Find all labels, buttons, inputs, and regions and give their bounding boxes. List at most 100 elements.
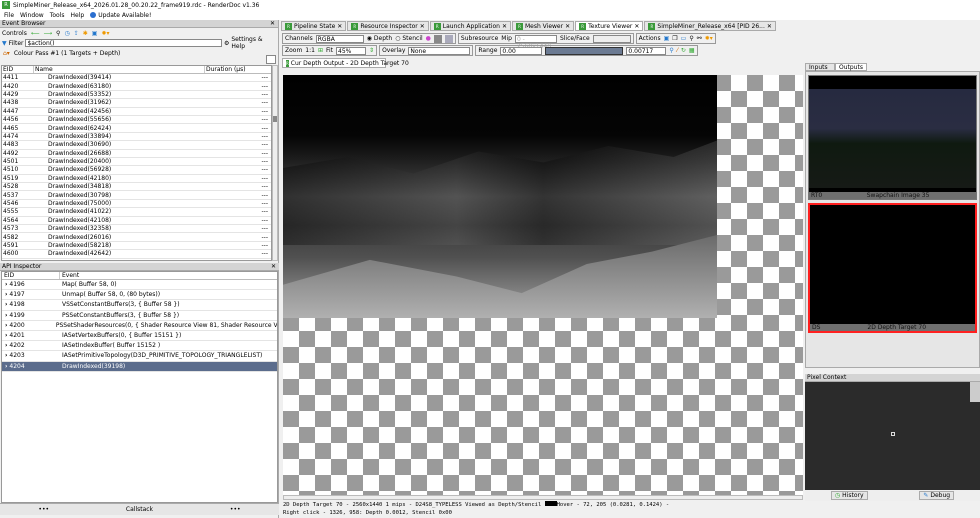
settings-help-button[interactable]: Settings & Help bbox=[231, 36, 278, 50]
splitter-handle[interactable]: ••• bbox=[230, 506, 241, 513]
close-icon[interactable]: ✕ bbox=[271, 263, 276, 270]
api-row[interactable]: › 4204 DrawIndexed(39198) bbox=[2, 361, 277, 372]
api-row[interactable]: › 4197 Unmap( Buffer 58, 0, (80 bytes)) bbox=[2, 290, 277, 301]
expand-icon[interactable]: › bbox=[5, 301, 7, 308]
thumbnail-ds[interactable]: DS 2D Depth Target 70 bbox=[808, 203, 977, 333]
col-duration[interactable]: Duration (µs) bbox=[205, 66, 246, 73]
close-icon[interactable]: ✕ bbox=[337, 23, 342, 30]
slice-select[interactable] bbox=[592, 34, 631, 43]
link-icon[interactable]: ⚯ bbox=[697, 35, 702, 42]
fit-button[interactable]: Fit bbox=[326, 47, 333, 54]
tab-1[interactable]: R Resource Inspector ✕ bbox=[347, 21, 429, 31]
event-row[interactable]: 4564 DrawIndexed(42108) --- bbox=[2, 217, 271, 226]
depth-radio[interactable]: ◉ Depth bbox=[367, 35, 392, 42]
reset-range-icon[interactable]: ↻ bbox=[681, 47, 686, 54]
range-min-input[interactable]: 0.00 bbox=[500, 46, 543, 55]
filter-input[interactable]: $action() bbox=[25, 39, 222, 47]
close-icon[interactable]: ✕ bbox=[270, 20, 275, 27]
viewer-tab[interactable]: R Cur Depth Output - 2D Depth Target 70 bbox=[282, 58, 409, 68]
menu-tools[interactable]: Tools bbox=[50, 12, 65, 19]
history-button[interactable]: ◷ History bbox=[830, 491, 868, 500]
settings-icon[interactable]: ✹▾ bbox=[101, 30, 109, 37]
event-row[interactable]: 4492 DrawIndexed(26688) --- bbox=[2, 150, 271, 158]
event-row[interactable]: 4501 DrawIndexed(20400) --- bbox=[2, 158, 271, 167]
event-row[interactable]: 4537 DrawIndexed(30798) --- bbox=[2, 191, 271, 200]
range-slider[interactable] bbox=[545, 46, 624, 55]
copy-icon[interactable]: ❐ bbox=[672, 35, 677, 42]
home-icon[interactable]: ⌂▾ bbox=[3, 50, 10, 57]
find-icon[interactable]: ⚲ bbox=[689, 35, 693, 42]
tab-2[interactable]: R Launch Application ✕ bbox=[429, 21, 511, 31]
event-row[interactable]: 4411 DrawIndexed(39414) --- bbox=[2, 74, 271, 83]
close-icon[interactable]: ✕ bbox=[502, 23, 507, 30]
pixel-context-view[interactable] bbox=[805, 382, 980, 490]
tab-0[interactable]: R Pipeline State ✕ bbox=[281, 21, 347, 31]
col-eid[interactable]: EID bbox=[2, 272, 60, 279]
close-icon[interactable]: ✕ bbox=[565, 23, 570, 30]
histogram-icon[interactable]: ▦ bbox=[689, 47, 695, 54]
event-row[interactable]: 4438 DrawIndexed(31962) --- bbox=[2, 99, 271, 108]
tab-4[interactable]: R Texture Viewer ✕ bbox=[575, 21, 644, 31]
horizontal-scrollbar[interactable] bbox=[283, 495, 803, 500]
channels-select[interactable]: RGBA bbox=[315, 34, 364, 43]
api-row[interactable]: › 4201 IASetVertexBuffers(0, { Buffer 151… bbox=[2, 331, 277, 342]
api-row[interactable]: › 4202 IASetIndexBuffer( Buffer 15152 ) bbox=[2, 341, 277, 352]
menu-window[interactable]: Window bbox=[20, 12, 44, 19]
event-row[interactable]: 4510 DrawIndexed(56928) --- bbox=[2, 166, 271, 175]
save-icon[interactable]: ▣ bbox=[92, 30, 98, 37]
api-row[interactable]: › 4196 Map( Buffer 58, 0) bbox=[2, 280, 277, 291]
flip-toggle[interactable] bbox=[444, 34, 453, 43]
mip-select[interactable]: 0 - 2560x1440 bbox=[514, 34, 557, 50]
close-icon[interactable]: ✕ bbox=[767, 23, 772, 30]
splitter-handle[interactable]: ••• bbox=[38, 506, 49, 513]
overlay-select[interactable]: None bbox=[408, 46, 471, 55]
event-row[interactable]: 4528 DrawIndexed(34818) --- bbox=[2, 183, 271, 192]
tab-5[interactable]: R SimpleMiner_Release_x64 [PID 26... ✕ bbox=[644, 21, 776, 31]
color-wheel-icon[interactable]: ● bbox=[426, 35, 431, 42]
gear-icon[interactable]: ⚙ bbox=[224, 40, 229, 47]
arrow-left-icon[interactable]: ⟵ bbox=[31, 30, 40, 37]
event-row[interactable]: 4555 DrawIndexed(41022) --- bbox=[2, 208, 271, 217]
event-row[interactable]: 4573 DrawIndexed(32358) --- bbox=[2, 225, 271, 234]
autofit-range-icon[interactable]: ⁄ bbox=[677, 47, 678, 54]
event-row[interactable]: 4483 DrawIndexed(30690) --- bbox=[2, 141, 271, 150]
event-row[interactable]: 4429 DrawIndexed(53352) --- bbox=[2, 91, 271, 100]
api-row[interactable]: › 4203 IASetPrimitiveTopology(D3D_PRIMITI… bbox=[2, 351, 277, 362]
debug-button[interactable]: ✎ Debug bbox=[919, 491, 955, 500]
clock-icon[interactable]: ◷ bbox=[64, 30, 69, 37]
expand-icon[interactable]: › bbox=[5, 312, 7, 319]
checker-toggle[interactable] bbox=[433, 34, 442, 43]
api-row[interactable]: › 4200 PSSetShaderResources(0, { Shader R… bbox=[2, 321, 277, 331]
zoom-1-1-button[interactable]: 1:1 bbox=[305, 47, 315, 54]
bookmark-icon[interactable]: ✱ bbox=[83, 30, 88, 37]
col-name[interactable]: Name bbox=[34, 66, 205, 73]
zoom-select[interactable]: 45% bbox=[336, 46, 367, 55]
event-row[interactable]: 4465 DrawIndexed(62424) --- bbox=[2, 124, 271, 133]
event-row[interactable]: 4474 DrawIndexed(33894) --- bbox=[2, 133, 271, 142]
menu-file[interactable]: File bbox=[4, 12, 14, 19]
expand-icon[interactable]: › bbox=[5, 332, 7, 339]
event-row[interactable]: 4582 DrawIndexed(26016) --- bbox=[2, 233, 271, 242]
event-row[interactable]: 4546 DrawIndexed(75000) --- bbox=[2, 200, 271, 209]
open-icon[interactable]: ▭ bbox=[681, 35, 687, 42]
zoom-range-icon[interactable]: ⚲ bbox=[669, 47, 673, 54]
close-icon[interactable]: ✕ bbox=[634, 23, 639, 30]
api-row[interactable]: › 4199 PSSetConstantBuffers(3, { Buffer 5… bbox=[2, 311, 277, 321]
close-icon[interactable]: ✕ bbox=[420, 23, 425, 30]
export-icon[interactable]: ⇪ bbox=[74, 30, 79, 37]
col-event[interactable]: Event bbox=[60, 272, 79, 279]
find-icon[interactable]: ⚲ bbox=[56, 30, 60, 37]
col-eid[interactable]: EID bbox=[2, 66, 34, 73]
event-scrollbar[interactable] bbox=[272, 65, 278, 261]
range-max-input[interactable]: 0.00717 bbox=[626, 46, 667, 55]
expand-icon[interactable]: › bbox=[5, 322, 7, 329]
save-icon[interactable]: ▣ bbox=[664, 35, 670, 42]
fit-icon[interactable]: ⊞ bbox=[318, 47, 323, 54]
expand-icon[interactable]: › bbox=[5, 342, 7, 349]
stencil-radio[interactable]: ○ Stencil bbox=[395, 35, 422, 42]
auto-fit-icon[interactable]: ⇕ bbox=[369, 47, 374, 54]
tab-3[interactable]: R Mesh Viewer ✕ bbox=[511, 21, 575, 31]
thumbnail-rt0[interactable]: RT0 Swapchain Image 35 bbox=[808, 75, 977, 200]
tab-outputs[interactable]: Outputs bbox=[835, 63, 867, 71]
event-row[interactable]: 4519 DrawIndexed(42180) --- bbox=[2, 175, 271, 184]
